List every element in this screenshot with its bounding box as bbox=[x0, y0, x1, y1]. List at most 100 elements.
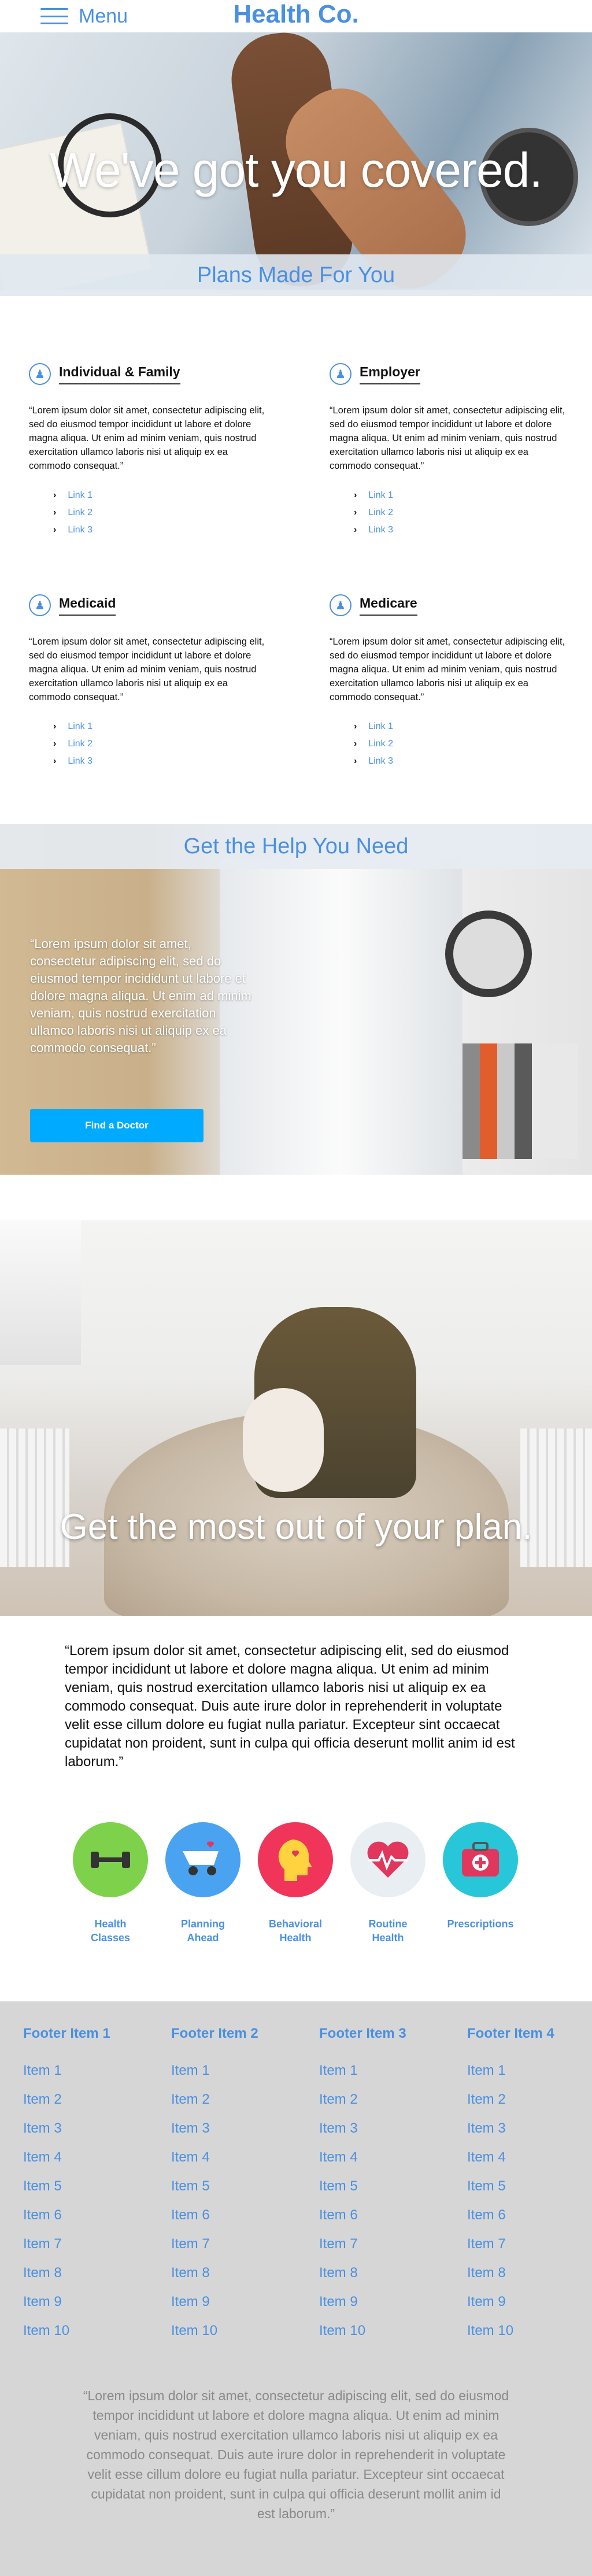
footer-link[interactable]: Item 2 bbox=[319, 2092, 446, 2120]
footer-link[interactable]: Item 7 bbox=[171, 2236, 298, 2265]
site-header: Menu Health Co. bbox=[0, 0, 592, 32]
plan-link[interactable]: › Link 1 bbox=[53, 718, 266, 735]
footer-link[interactable]: Item 1 bbox=[171, 2063, 298, 2092]
plan-title[interactable]: Medicare bbox=[360, 595, 417, 616]
footer-link[interactable]: Item 9 bbox=[23, 2294, 150, 2323]
plans-section: ♟ Individual & Family “Lorem ipsum dolor… bbox=[0, 296, 592, 822]
feature-label: Behavioral Health bbox=[268, 1918, 323, 1944]
footer-link[interactable]: Item 4 bbox=[467, 2149, 592, 2178]
footer-link[interactable]: Item 5 bbox=[319, 2178, 446, 2207]
feature-health-classes[interactable]: Health Classes bbox=[67, 1822, 154, 1945]
quote-text: “Lorem ipsum dolor sit amet, consectetur… bbox=[65, 1643, 515, 1770]
footer-link[interactable]: Item 5 bbox=[171, 2178, 298, 2207]
footer-link[interactable]: Item 9 bbox=[319, 2294, 446, 2323]
footer-heading[interactable]: Footer Item 2 bbox=[171, 2026, 298, 2045]
footer-link[interactable]: Item 7 bbox=[319, 2236, 446, 2265]
footer-link[interactable]: Item 1 bbox=[467, 2063, 592, 2092]
footer-link[interactable]: Item 6 bbox=[23, 2207, 150, 2236]
footer-link[interactable]: Item 6 bbox=[467, 2207, 592, 2236]
footer-link[interactable]: Item 3 bbox=[171, 2120, 298, 2149]
user-icon: ♟ bbox=[330, 594, 352, 616]
footer-link[interactable]: Item 2 bbox=[171, 2092, 298, 2120]
footer-link[interactable]: Item 1 bbox=[23, 2063, 150, 2092]
footer-column: Footer Item 2 Item 1 Item 2 Item 3 Item … bbox=[171, 2026, 298, 2352]
footer-link[interactable]: Item 4 bbox=[23, 2149, 150, 2178]
plan-link[interactable]: › Link 2 bbox=[53, 735, 266, 753]
footer-link[interactable]: Item 6 bbox=[171, 2207, 298, 2236]
footer-link[interactable]: Item 8 bbox=[23, 2265, 150, 2294]
help-description: “Lorem ipsum dolor sit amet, consectetur… bbox=[30, 937, 251, 1055]
footer-link[interactable]: Item 9 bbox=[171, 2294, 298, 2323]
plan-link[interactable]: › Link 3 bbox=[354, 521, 567, 539]
plan-card: ♟ Employer “Lorem ipsum dolor sit amet, … bbox=[330, 363, 567, 539]
footer-heading[interactable]: Footer Item 3 bbox=[319, 2026, 446, 2045]
chevron-right-icon: › bbox=[53, 721, 57, 731]
chevron-right-icon: › bbox=[354, 508, 357, 517]
plan-link[interactable]: › Link 2 bbox=[53, 504, 266, 521]
footer-link[interactable]: Item 2 bbox=[23, 2092, 150, 2120]
user-icon: ♟ bbox=[29, 594, 51, 616]
plan-description: “Lorem ipsum dolor sit amet, consectetur… bbox=[330, 636, 565, 702]
plan-title[interactable]: Medicaid bbox=[59, 595, 116, 616]
footer-column: Footer Item 1 Item 1 Item 2 Item 3 Item … bbox=[23, 2026, 150, 2352]
footer-link[interactable]: Item 8 bbox=[467, 2265, 592, 2294]
footer-column: Footer Item 3 Item 1 Item 2 Item 3 Item … bbox=[319, 2026, 446, 2352]
plan-link[interactable]: › Link 3 bbox=[354, 753, 567, 770]
footer-link[interactable]: Item 8 bbox=[171, 2265, 298, 2294]
plan-link[interactable]: › Link 1 bbox=[53, 487, 266, 504]
footer-link[interactable]: Item 7 bbox=[467, 2236, 592, 2265]
heartbeat-icon bbox=[350, 1822, 426, 1897]
plan-link[interactable]: › Link 1 bbox=[354, 718, 567, 735]
feature-routine-health[interactable]: Routine Health bbox=[345, 1822, 431, 1945]
footer-link[interactable]: Item 10 bbox=[467, 2323, 592, 2352]
footer-link[interactable]: Item 10 bbox=[319, 2323, 446, 2352]
plan-link[interactable]: › Link 3 bbox=[53, 753, 266, 770]
footer-link[interactable]: Item 3 bbox=[319, 2120, 446, 2149]
doctor-coat-shape bbox=[220, 858, 462, 1175]
footer-link[interactable]: Item 2 bbox=[467, 2092, 592, 2120]
feature-planning-ahead[interactable]: Planning Ahead bbox=[160, 1822, 246, 1945]
footer-link[interactable]: Item 1 bbox=[319, 2063, 446, 2092]
plan-link[interactable]: › Link 1 bbox=[354, 487, 567, 504]
plan-description: “Lorem ipsum dolor sit amet, consectetur… bbox=[29, 636, 265, 702]
plan-title[interactable]: Individual & Family bbox=[59, 364, 180, 384]
plan-link[interactable]: › Link 3 bbox=[53, 521, 266, 539]
help-heading: Get the Help You Need bbox=[0, 824, 592, 869]
feature-prescriptions[interactable]: Prescriptions bbox=[437, 1822, 524, 1931]
plan-title[interactable]: Employer bbox=[360, 364, 420, 384]
plan-card: ♟ Medicaid “Lorem ipsum dolor sit amet, … bbox=[29, 594, 266, 770]
chevron-right-icon: › bbox=[354, 739, 357, 749]
feature-behavioral-health[interactable]: Behavioral Health bbox=[252, 1822, 339, 1945]
hero-image: We've got you covered. bbox=[0, 32, 592, 290]
chevron-right-icon: › bbox=[53, 508, 57, 517]
footer-link[interactable]: Item 7 bbox=[23, 2236, 150, 2265]
dumbbell-icon bbox=[73, 1822, 148, 1897]
footer-column: Footer Item 4 Item 1 Item 2 Item 3 Item … bbox=[467, 2026, 592, 2352]
footer-link[interactable]: Item 5 bbox=[23, 2178, 150, 2207]
family-image: Get the most out of your plan. bbox=[0, 1220, 592, 1616]
footer-link[interactable]: Item 6 bbox=[319, 2207, 446, 2236]
baby-shape bbox=[243, 1388, 324, 1492]
plan-card: ♟ Medicare “Lorem ipsum dolor sit amet, … bbox=[330, 594, 567, 770]
footer-heading[interactable]: Footer Item 1 bbox=[23, 2026, 150, 2045]
brand-logo[interactable]: Health Co. bbox=[0, 0, 592, 32]
footer-link[interactable]: Item 9 bbox=[467, 2294, 592, 2323]
window-shape bbox=[0, 1220, 81, 1365]
footer-link[interactable]: Item 4 bbox=[171, 2149, 298, 2178]
chevron-right-icon: › bbox=[354, 490, 357, 500]
footer-link[interactable]: Item 10 bbox=[171, 2323, 298, 2352]
find-doctor-button[interactable]: Find a Doctor bbox=[30, 1109, 204, 1142]
feature-list: Health Classes Planning Ahead Behavioral He… bbox=[0, 1822, 592, 1955]
footer-link[interactable]: Item 5 bbox=[467, 2178, 592, 2207]
footer-link[interactable]: Item 10 bbox=[23, 2323, 150, 2352]
footer-link[interactable]: Item 8 bbox=[319, 2265, 446, 2294]
footer-link[interactable]: Item 3 bbox=[23, 2120, 150, 2149]
family-title: Get the most out of your plan. bbox=[60, 1507, 532, 1547]
plan-link[interactable]: › Link 2 bbox=[354, 504, 567, 521]
footer-link[interactable]: Item 4 bbox=[319, 2149, 446, 2178]
site-footer: Footer Item 1 Item 1 Item 2 Item 3 Item … bbox=[0, 2001, 592, 2576]
plan-link[interactable]: › Link 2 bbox=[354, 735, 567, 753]
medkit-icon bbox=[443, 1822, 518, 1897]
footer-heading[interactable]: Footer Item 4 bbox=[467, 2026, 592, 2045]
footer-link[interactable]: Item 3 bbox=[467, 2120, 592, 2149]
